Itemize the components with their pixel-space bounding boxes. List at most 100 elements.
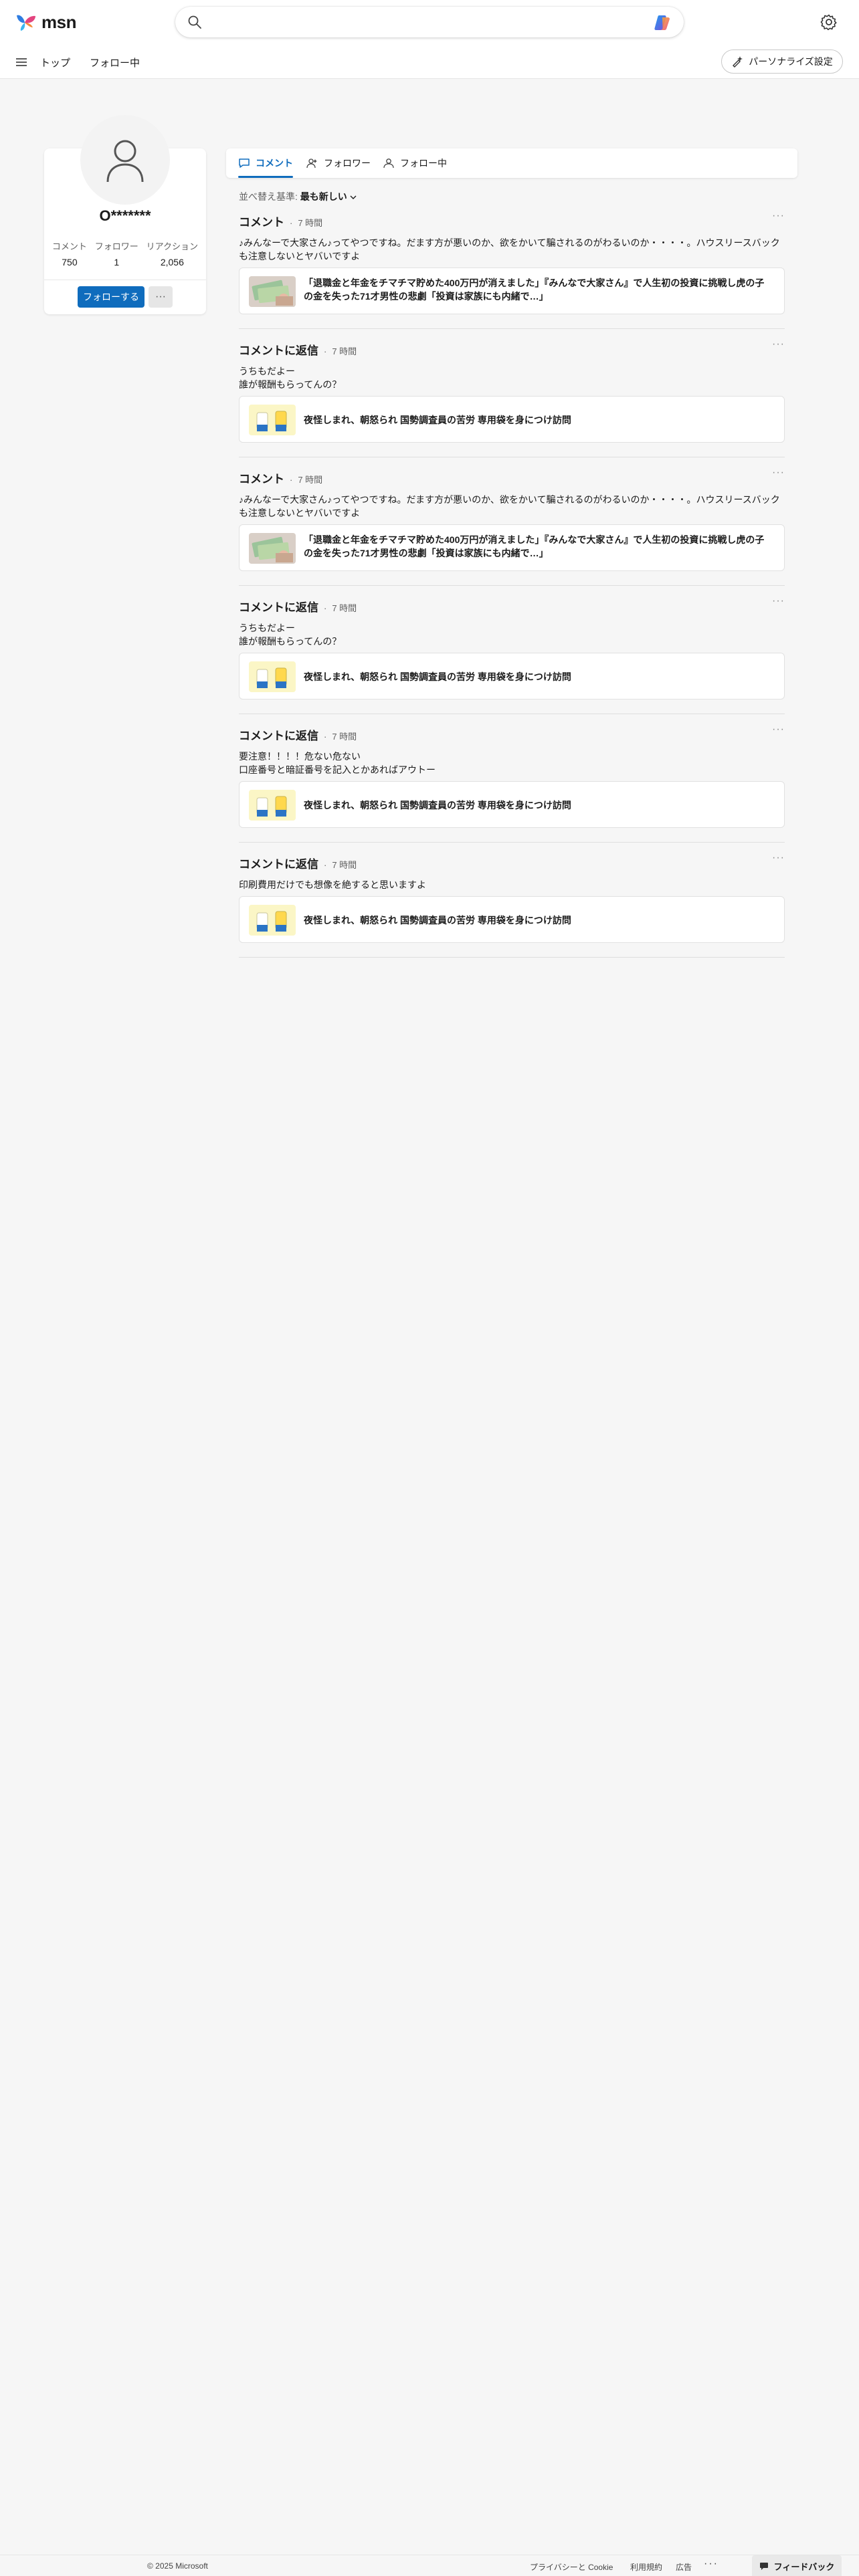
article-card[interactable]: 夜怪しまれ、朝怒られ 国勢調査員の苦労 専用袋を身につけ訪問 bbox=[239, 396, 785, 443]
logo-text: msn bbox=[41, 12, 76, 32]
feed-item-more-button[interactable]: ··· bbox=[772, 467, 785, 479]
feed-item-time: 7 時間 bbox=[298, 218, 323, 228]
nav-link-following[interactable]: フォロー中 bbox=[90, 56, 140, 70]
article-title[interactable]: 「退職金と年金をチマチマ貯めた400万円が消えました」『みんなで大家さん』で人生… bbox=[304, 276, 772, 303]
feed-item-more-button[interactable]: ··· bbox=[772, 724, 785, 736]
profile-tabs: コメント フォロワー フォロー中 bbox=[226, 148, 797, 178]
feed-item-time: 7 時間 bbox=[332, 860, 357, 870]
stat-value: 1 bbox=[114, 257, 120, 267]
tab-label: コメント bbox=[256, 158, 293, 169]
comment-line: 誰が報酬もらってんの？ bbox=[239, 379, 342, 390]
article-title[interactable]: 「退職金と年金をチマチマ貯めた400万円が消えました」『みんなで大家さん』で人生… bbox=[304, 533, 772, 560]
feed-item-type: コメント bbox=[239, 216, 284, 229]
comment-text: うちもだよー誰が報酬もらってんの？ bbox=[239, 621, 785, 648]
comment-line: 誰が報酬もらってんの？ bbox=[239, 636, 342, 647]
comment-text: ♪みんなーで大家さん♪ってやつですね。だます方が悪いのか、欲をかいて騙されるのが… bbox=[239, 236, 785, 263]
following-person-icon bbox=[383, 158, 394, 169]
footer-link-privacy[interactable]: プライバシーと Cookie bbox=[530, 2561, 613, 2573]
tab-following[interactable]: フォロー中 bbox=[383, 148, 447, 178]
feed-item-type: コメントに返信 bbox=[239, 344, 318, 357]
feed-item-type: コメント bbox=[239, 473, 284, 486]
feedback-icon bbox=[759, 2563, 768, 2570]
feed-item-header: コメントに返信 · 7 時間 bbox=[239, 855, 785, 871]
stat-value: 750 bbox=[62, 257, 78, 267]
tab-comments[interactable]: コメント bbox=[238, 148, 293, 178]
feed-item-header: コメントに返信 · 7 時間 bbox=[239, 726, 785, 743]
profile-more-button[interactable]: ··· bbox=[149, 286, 173, 308]
article-title[interactable]: 夜怪しまれ、朝怒られ 国勢調査員の苦労 専用袋を身につけ訪問 bbox=[304, 413, 772, 427]
article-card[interactable]: 夜怪しまれ、朝怒られ 国勢調査員の苦労 専用袋を身につけ訪問 bbox=[239, 653, 785, 700]
top-bar: msn bbox=[0, 0, 859, 45]
feed-item-more-button[interactable]: ··· bbox=[772, 338, 785, 350]
sort-value: 最も新しい bbox=[300, 191, 347, 202]
article-card[interactable]: 夜怪しまれ、朝怒られ 国勢調査員の苦労 専用袋を身につけ訪問 bbox=[239, 896, 785, 943]
feed-item-type: コメントに返信 bbox=[239, 730, 318, 742]
settings-gear-icon[interactable] bbox=[820, 13, 838, 31]
comment-text: うちもだよー誰が報酬もらってんの？ bbox=[239, 364, 785, 391]
search-box[interactable] bbox=[175, 7, 684, 37]
sort-control[interactable]: 並べ替え基準: 最も新しい bbox=[239, 190, 357, 203]
chevron-down-icon bbox=[350, 195, 357, 199]
footer-link-terms[interactable]: 利用規約 bbox=[630, 2561, 662, 2573]
article-title[interactable]: 夜怪しまれ、朝怒られ 国勢調査員の苦労 専用袋を身につけ訪問 bbox=[304, 798, 772, 812]
feed-item-type: コメントに返信 bbox=[239, 858, 318, 871]
feed-item[interactable]: コメントに返信 · 7 時間 ··· うちもだよー誰が報酬もらってんの？ 夜怪しまれ、朝怒… bbox=[239, 338, 785, 457]
copyright: © 2025 Microsoft bbox=[147, 2561, 208, 2571]
separator-dot: · bbox=[290, 475, 293, 485]
separator-dot: · bbox=[324, 346, 327, 356]
stat-comments: コメント 750 bbox=[52, 239, 87, 267]
article-card[interactable]: 「退職金と年金をチマチマ貯めた400万円が消えました」『みんなで大家さん』で人生… bbox=[239, 267, 785, 314]
comment-line: 口座番号と暗証番号を記入とかあればアウトー bbox=[239, 764, 436, 775]
feed-item-more-button[interactable]: ··· bbox=[772, 210, 785, 222]
person-icon bbox=[106, 140, 144, 183]
feed-item-more-button[interactable]: ··· bbox=[772, 852, 785, 864]
comment-text: 要注意！！！！危ない危ない口座番号と暗証番号を記入とかあればアウトー bbox=[239, 750, 785, 776]
feed-item-type: コメントに返信 bbox=[239, 601, 318, 614]
article-thumbnail-money bbox=[249, 533, 296, 564]
comment-line: うちもだよー bbox=[239, 623, 295, 633]
article-card[interactable]: 夜怪しまれ、朝怒られ 国勢調査員の苦労 専用袋を身につけ訪問 bbox=[239, 781, 785, 828]
separator-dot: · bbox=[324, 860, 327, 870]
personalize-button[interactable]: パーソナライズ設定 bbox=[721, 49, 843, 74]
nav-link-top[interactable]: トップ bbox=[40, 56, 70, 70]
article-thumbnail-bags bbox=[249, 405, 296, 435]
tab-followers[interactable]: フォロワー bbox=[306, 148, 371, 178]
feed-item-time: 7 時間 bbox=[298, 475, 323, 485]
feed-item-time: 7 時間 bbox=[332, 346, 357, 356]
article-title[interactable]: 夜怪しまれ、朝怒られ 国勢調査員の苦労 専用袋を身につけ訪問 bbox=[304, 670, 772, 683]
follow-button[interactable]: フォローする bbox=[78, 286, 145, 308]
feed-item[interactable]: コメント · 7 時間 ··· ♪みんなーで大家さん♪ってやつですね。だます方が悪いのか… bbox=[239, 467, 785, 586]
followers-icon bbox=[306, 158, 317, 169]
avatar bbox=[80, 115, 170, 205]
stat-label: フォロワー bbox=[94, 241, 138, 251]
feed-item-time: 7 時間 bbox=[332, 603, 357, 613]
footer-more-button[interactable]: ··· bbox=[704, 2558, 719, 2570]
feed-item[interactable]: コメントに返信 · 7 時間 ··· うちもだよー誰が報酬もらってんの？ 夜怪しまれ、朝怒… bbox=[239, 595, 785, 714]
comment-line: ♪みんなーで大家さん♪ってやつですね。だます方が悪いのか、欲をかいて騙されるのが… bbox=[239, 237, 780, 248]
feed-item-header: コメントに返信 · 7 時間 bbox=[239, 598, 785, 615]
profile-name: O******* bbox=[99, 207, 151, 224]
article-card[interactable]: 「退職金と年金をチマチマ貯めた400万円が消えました」『みんなで大家さん』で人生… bbox=[239, 524, 785, 571]
hamburger-menu-icon[interactable] bbox=[15, 56, 28, 68]
feed-item-more-button[interactable]: ··· bbox=[772, 595, 785, 607]
feed-item[interactable]: コメントに返信 · 7 時間 ··· 印刷費用だけでも想像を絶すると思いますよ 夜怪しまれ… bbox=[239, 852, 785, 958]
tab-label: フォロー中 bbox=[400, 158, 447, 169]
sparkle-pen-icon bbox=[733, 56, 743, 68]
feed-item[interactable]: コメント · 7 時間 ··· ♪みんなーで大家さん♪ってやつですね。だます方が悪いのか… bbox=[239, 210, 785, 329]
msn-butterfly-icon bbox=[17, 15, 35, 31]
msn-logo[interactable]: msn bbox=[15, 12, 76, 33]
search-input[interactable] bbox=[209, 12, 624, 32]
comment-line: も注意しないとヤバいですよ bbox=[239, 508, 361, 518]
separator-dot: · bbox=[324, 603, 327, 613]
footer-link-ads[interactable]: 広告 bbox=[676, 2561, 692, 2573]
copilot-icon[interactable] bbox=[653, 13, 672, 32]
feed-item[interactable]: コメントに返信 · 7 時間 ··· 要注意！！！！危ない危ない 口座番号と暗証番号を記入… bbox=[239, 724, 785, 843]
profile-stats: コメント 750 フォロワー 1 リアクション 2,056 bbox=[44, 239, 206, 267]
feedback-button[interactable]: フィードバック bbox=[752, 2555, 842, 2576]
comment-line: 要注意！！！！危ない危ない bbox=[239, 751, 361, 762]
article-title[interactable]: 夜怪しまれ、朝怒られ 国勢調査員の苦労 専用袋を身につけ訪問 bbox=[304, 914, 772, 927]
footer: © 2025 Microsoft プライバシーと Cookie 利用規約 広告 … bbox=[0, 2555, 859, 2576]
comment-line: うちもだよー bbox=[239, 366, 295, 377]
separator-dot: · bbox=[324, 732, 327, 742]
comment-line: も注意しないとヤバいですよ bbox=[239, 251, 361, 261]
